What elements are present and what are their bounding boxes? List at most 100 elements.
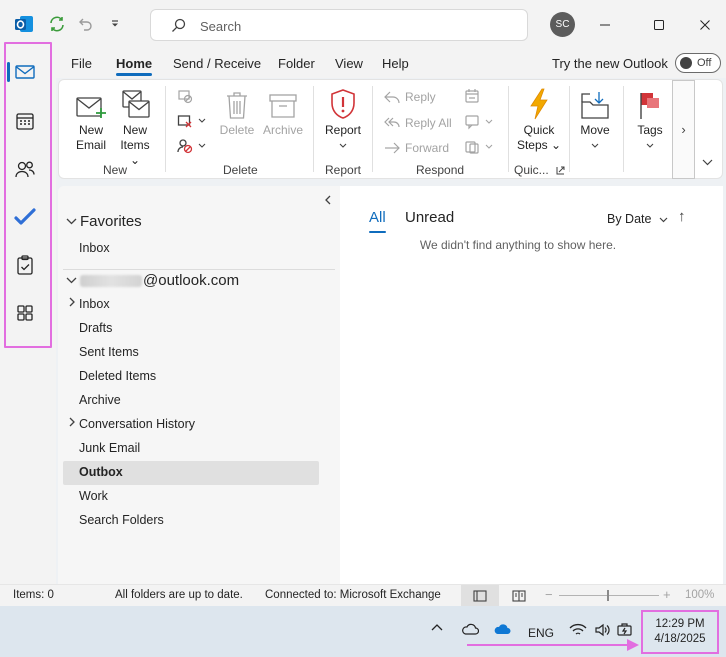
more-respond-button[interactable] xyxy=(464,139,493,155)
folder-sent-items[interactable]: Sent Items xyxy=(79,345,139,359)
tab-help[interactable]: Help xyxy=(382,56,409,71)
collapse-pane-icon[interactable] xyxy=(324,194,332,208)
title-bar: Search SC xyxy=(0,0,726,50)
archive-button[interactable]: Archive xyxy=(261,86,305,138)
folder-work[interactable]: Work xyxy=(79,489,108,503)
onedrive-icon[interactable] xyxy=(493,623,511,635)
move-button[interactable]: Move xyxy=(577,86,613,153)
battery-icon[interactable] xyxy=(617,623,633,637)
folder-outbox[interactable]: Outbox xyxy=(79,465,123,479)
chevron-right-icon[interactable] xyxy=(68,296,75,310)
meeting-reply-button[interactable] xyxy=(464,88,480,104)
im-button[interactable] xyxy=(464,114,493,130)
account-header[interactable]: @outlook.com xyxy=(66,272,239,289)
tasks-icon[interactable] xyxy=(12,252,38,278)
language-indicator[interactable]: ENG xyxy=(528,626,554,640)
chevron-down-icon xyxy=(577,138,613,153)
sort-direction-icon[interactable]: ↑ xyxy=(678,208,686,225)
avatar[interactable]: SC xyxy=(550,12,575,37)
maximize-icon[interactable] xyxy=(647,13,671,37)
chevron-down-icon xyxy=(321,138,365,153)
folder-pane: Favorites Inbox @outlook.com Inbox Draft… xyxy=(58,186,340,584)
tab-send-receive[interactable]: Send / Receive xyxy=(173,56,261,71)
zoom-out-button[interactable]: − xyxy=(545,587,553,602)
folder-inbox[interactable]: Inbox xyxy=(79,297,110,311)
reply-all-button[interactable]: Reply All xyxy=(384,115,452,131)
undo-icon[interactable] xyxy=(74,12,98,36)
favorites-label: Favorites xyxy=(80,213,142,230)
report-label: Report xyxy=(324,123,362,137)
folder-junk-email[interactable]: Junk Email xyxy=(79,441,140,455)
todo-icon[interactable] xyxy=(12,204,38,230)
zoom-level[interactable]: 100% xyxy=(685,589,714,601)
new-items-button[interactable]: New Items ⌄ xyxy=(115,86,155,168)
junk-icon xyxy=(177,138,193,154)
ribbon-collapse-button[interactable] xyxy=(702,157,713,169)
search-placeholder: Search xyxy=(200,19,242,34)
sort-by-label: By Date xyxy=(607,212,652,226)
calendar-icon[interactable] xyxy=(12,108,38,134)
sort-by-dropdown[interactable]: By Date xyxy=(607,212,668,226)
zoom-slider-thumb[interactable] xyxy=(607,590,609,601)
clean-up-button[interactable] xyxy=(177,113,206,129)
folder-conversation-history[interactable]: Conversation History xyxy=(79,417,195,431)
search-icon xyxy=(172,18,186,32)
delete-button[interactable]: Delete xyxy=(219,86,255,138)
apps-icon[interactable] xyxy=(12,300,38,326)
taskbar: ENG 12:29 PM 4/18/2025 xyxy=(0,606,726,657)
quick-access-dropdown-icon[interactable] xyxy=(103,12,127,36)
archive-label: Archive xyxy=(262,123,303,137)
ribbon-separator xyxy=(508,86,509,172)
message-list: All Unread By Date ↑ We didn't find anyt… xyxy=(340,186,723,584)
onedrive-personal-icon[interactable] xyxy=(461,623,479,635)
clock[interactable]: 12:29 PM 4/18/2025 xyxy=(641,610,719,654)
ignore-button[interactable] xyxy=(177,88,193,104)
new-email-button[interactable]: New Email xyxy=(73,86,109,153)
filter-tab-all[interactable]: All xyxy=(369,209,386,233)
status-bar: Items: 0 All folders are up to date. Con… xyxy=(0,584,726,606)
annotation-arrow-head xyxy=(627,639,639,651)
tab-view[interactable]: View xyxy=(335,56,363,71)
items-count: Items: 0 xyxy=(13,589,54,601)
people-icon[interactable] xyxy=(12,156,38,182)
chevron-down-icon xyxy=(702,159,713,166)
folder-deleted-items[interactable]: Deleted Items xyxy=(79,369,156,383)
close-icon[interactable] xyxy=(693,13,717,37)
minimize-icon[interactable] xyxy=(593,13,617,37)
ribbon-more-button[interactable]: › xyxy=(672,80,695,179)
tab-home[interactable]: Home xyxy=(116,56,153,76)
tab-file[interactable]: File xyxy=(71,56,92,71)
favorites-header[interactable]: Favorites xyxy=(66,213,142,230)
reading-view-button[interactable] xyxy=(500,585,538,606)
chevron-right-icon[interactable] xyxy=(68,416,75,430)
wifi-icon[interactable] xyxy=(569,623,587,637)
forward-button[interactable]: Forward xyxy=(384,140,449,156)
folder-drafts[interactable]: Drafts xyxy=(79,321,112,335)
account-email: @outlook.com xyxy=(143,272,240,289)
group-new-label: New xyxy=(103,163,128,177)
zoom-in-button[interactable]: + xyxy=(663,587,671,602)
sync-icon[interactable] xyxy=(45,12,69,36)
folder-archive[interactable]: Archive xyxy=(79,393,121,407)
tags-button[interactable]: Tags xyxy=(632,86,668,153)
volume-icon[interactable] xyxy=(594,623,610,637)
chevron-down-icon xyxy=(485,144,493,149)
filter-tab-unread[interactable]: Unread xyxy=(405,209,454,226)
move-icon xyxy=(577,86,613,120)
mail-icon[interactable] xyxy=(7,59,38,85)
quick-steps-button[interactable]: Quick Steps ⌄ xyxy=(516,86,562,153)
try-new-outlook-label: Try the new Outlook xyxy=(552,56,668,71)
show-hidden-icons-icon[interactable] xyxy=(431,623,443,631)
ribbon-separator xyxy=(569,86,570,172)
favorite-inbox[interactable]: Inbox xyxy=(79,241,110,255)
reply-button[interactable]: Reply xyxy=(384,89,436,105)
tab-folder[interactable]: Folder xyxy=(278,56,315,71)
report-button[interactable]: Report xyxy=(321,86,365,153)
try-new-outlook-toggle[interactable]: Off xyxy=(675,53,721,73)
junk-button[interactable] xyxy=(177,138,206,154)
zoom-slider[interactable] xyxy=(559,595,659,596)
normal-view-button[interactable] xyxy=(461,585,499,606)
search-box[interactable]: Search xyxy=(150,9,528,41)
folder-search-folders[interactable]: Search Folders xyxy=(79,513,164,527)
dialog-launcher-icon[interactable] xyxy=(556,164,565,178)
